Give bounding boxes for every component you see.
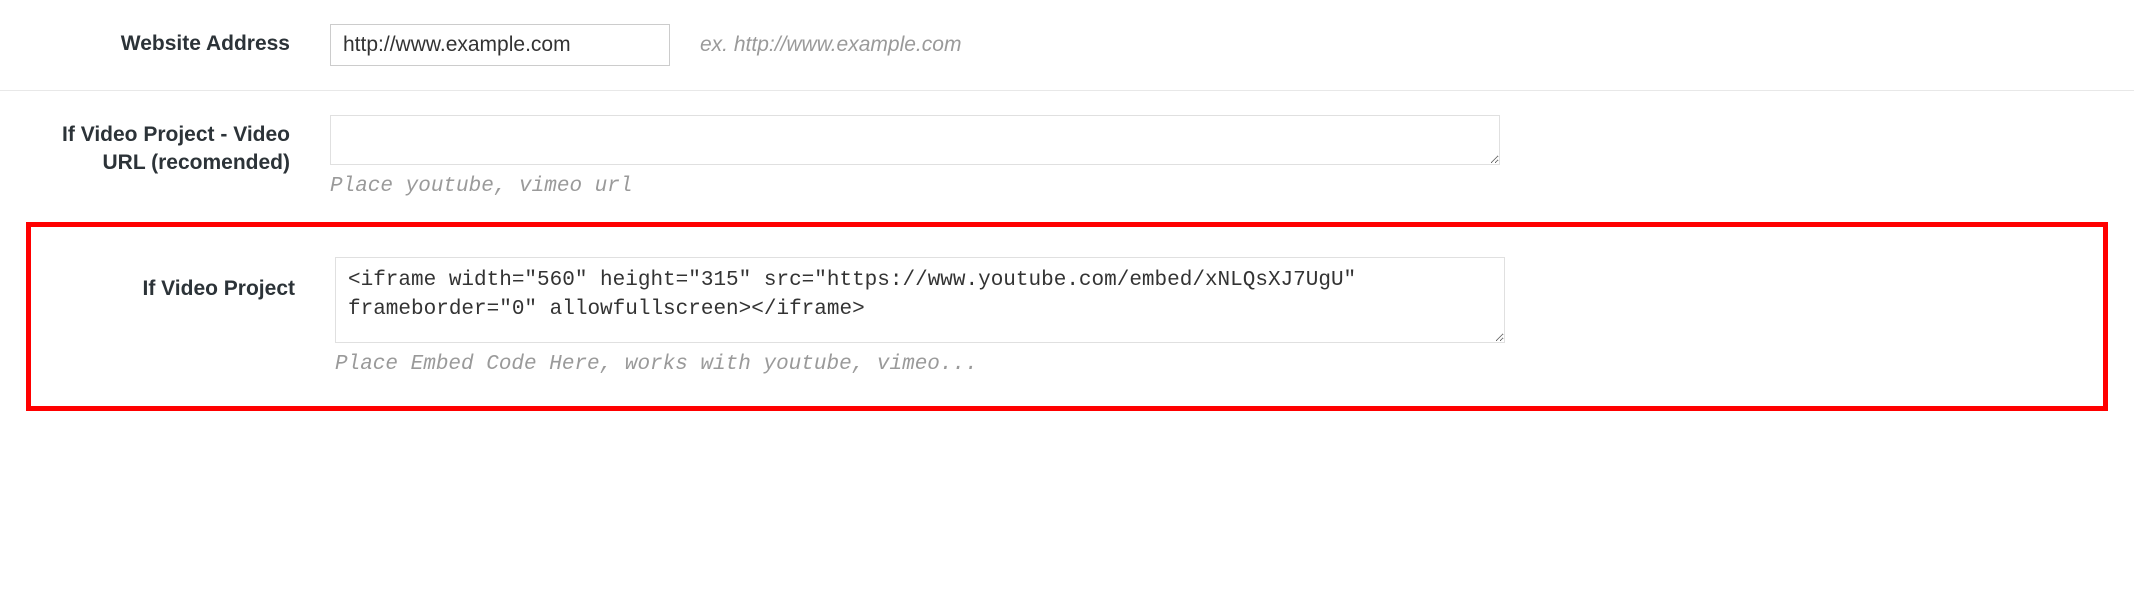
label-col: Website Address bbox=[40, 24, 330, 58]
form-container: Website Address ex. http://www.example.c… bbox=[0, 0, 2134, 411]
video-embed-input[interactable] bbox=[335, 257, 1505, 343]
video-embed-hint: Place Embed Code Here, works with youtub… bbox=[335, 353, 2049, 376]
form-row-video-url: If Video Project - Video URL (recomended… bbox=[0, 90, 2134, 222]
form-row-website: Website Address ex. http://www.example.c… bbox=[0, 0, 2134, 90]
input-col: Place youtube, vimeo url bbox=[330, 115, 2094, 198]
video-url-label: If Video Project - Video URL (recomended… bbox=[40, 121, 290, 178]
video-embed-label: If Video Project bbox=[143, 275, 296, 303]
form-row-video-embed: If Video Project Place Embed Code Here, … bbox=[31, 227, 2103, 406]
input-col: Place Embed Code Here, works with youtub… bbox=[335, 257, 2089, 376]
input-line: ex. http://www.example.com bbox=[330, 24, 2054, 66]
video-url-hint: Place youtube, vimeo url bbox=[330, 175, 2054, 198]
label-col: If Video Project bbox=[45, 257, 335, 303]
input-col: ex. http://www.example.com bbox=[330, 24, 2094, 66]
highlight-block: If Video Project Place Embed Code Here, … bbox=[26, 222, 2108, 411]
video-url-input[interactable] bbox=[330, 115, 1500, 165]
label-col: If Video Project - Video URL (recomended… bbox=[40, 115, 330, 178]
website-label: Website Address bbox=[121, 30, 290, 58]
website-input[interactable] bbox=[330, 24, 670, 66]
website-hint: ex. http://www.example.com bbox=[700, 33, 961, 57]
